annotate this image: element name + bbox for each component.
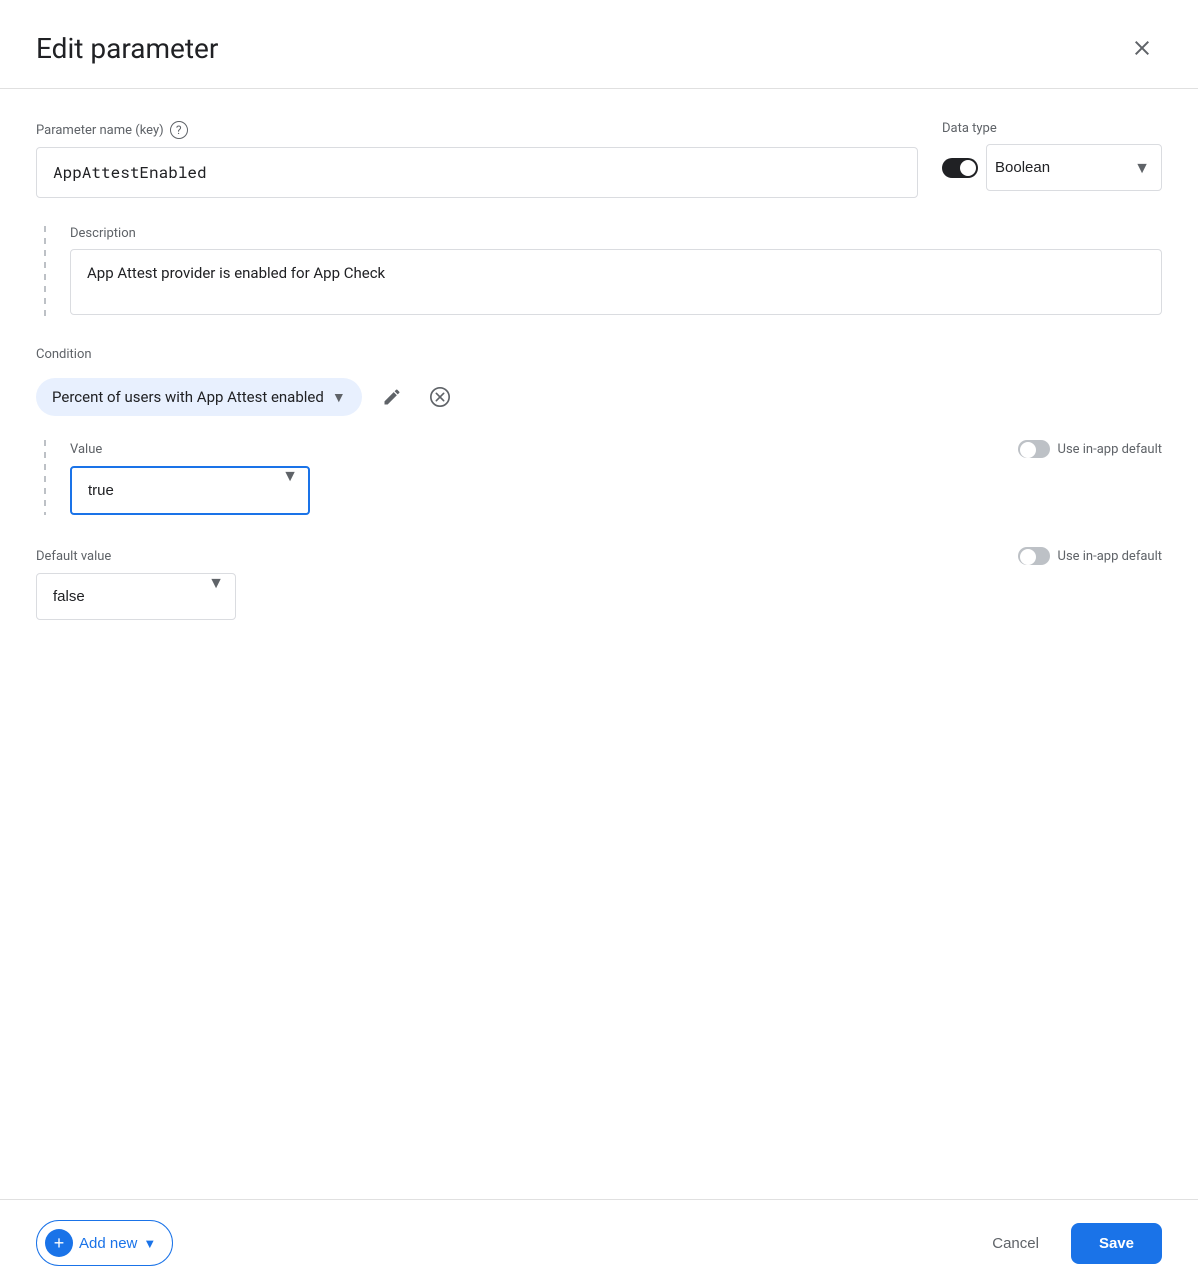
default-value-label: Default value [36,549,111,564]
value-header: Value Use in-app default [70,440,1162,458]
value-use-default-toggle[interactable] [1018,440,1050,458]
condition-chip-row: Percent of users with App Attest enabled… [36,378,1162,416]
param-name-help-icon[interactable]: ? [170,121,188,139]
dialog-footer: + Add new ▼ Cancel Save [0,1199,1198,1286]
data-type-select[interactable]: Boolean String Number JSON [986,144,1162,191]
save-button[interactable]: Save [1071,1223,1162,1264]
value-select[interactable]: true false [70,466,310,515]
default-use-default-toggle[interactable] [1018,547,1050,565]
param-name-row: Parameter name (key) ? Data type Boolean… [36,121,1162,198]
close-icon [1130,36,1154,60]
pencil-icon [382,387,402,407]
param-name-field: Parameter name (key) ? [36,121,918,198]
condition-chip[interactable]: Percent of users with App Attest enabled… [36,378,362,416]
value-label: Value [70,442,102,457]
condition-chip-arrow-icon: ▼ [332,389,346,406]
close-button[interactable] [1122,28,1162,68]
condition-value-section: Value Use in-app default true false ▼ [36,440,1162,515]
param-name-label: Parameter name (key) ? [36,121,918,139]
data-type-select-wrapper: Boolean String Number JSON ▼ [942,144,1162,191]
footer-right: Cancel Save [976,1223,1162,1264]
value-section: Value Use in-app default true false ▼ [70,440,1162,515]
value-use-default: Use in-app default [1018,440,1162,458]
data-type-label: Data type [942,121,1162,136]
default-use-default: Use in-app default [1018,547,1162,565]
add-circle-icon: + [45,1229,73,1257]
add-new-button[interactable]: + Add new ▼ [36,1220,173,1266]
add-new-label: Add new [79,1235,137,1252]
dialog-title: Edit parameter [36,32,218,65]
description-section: Description App Attest provider is enabl… [36,226,1162,319]
edit-condition-button[interactable] [374,379,410,415]
default-use-default-text: Use in-app default [1058,549,1162,564]
condition-chip-text: Percent of users with App Attest enabled [52,388,324,406]
param-name-input[interactable] [36,147,918,198]
description-content: Description App Attest provider is enabl… [70,226,1162,319]
boolean-toggle[interactable] [942,158,978,178]
description-input[interactable]: App Attest provider is enabled for App C… [70,249,1162,315]
default-value-section: Default value Use in-app default false t… [36,547,1162,620]
value-dashed-line [44,440,46,515]
remove-circle-icon [429,386,451,408]
value-select-wrapper: true false ▼ [70,466,310,515]
default-select-wrapper: false true ▼ [36,573,236,620]
edit-parameter-dialog: Edit parameter Parameter name (key) ? Da… [0,0,1198,1286]
data-type-field: Data type Boolean String Number JSON ▼ [942,121,1162,191]
remove-condition-button[interactable] [422,379,458,415]
default-value-select[interactable]: false true [36,573,236,620]
default-header: Default value Use in-app default [36,547,1162,565]
description-dashed-line [44,226,46,319]
add-new-arrow-icon: ▼ [143,1236,156,1251]
dialog-body: Parameter name (key) ? Data type Boolean… [0,89,1198,1199]
cancel-button[interactable]: Cancel [976,1225,1055,1262]
dialog-header: Edit parameter [0,0,1198,88]
value-use-default-text: Use in-app default [1058,442,1162,457]
condition-label: Condition [36,347,1162,362]
description-label: Description [70,226,1162,241]
